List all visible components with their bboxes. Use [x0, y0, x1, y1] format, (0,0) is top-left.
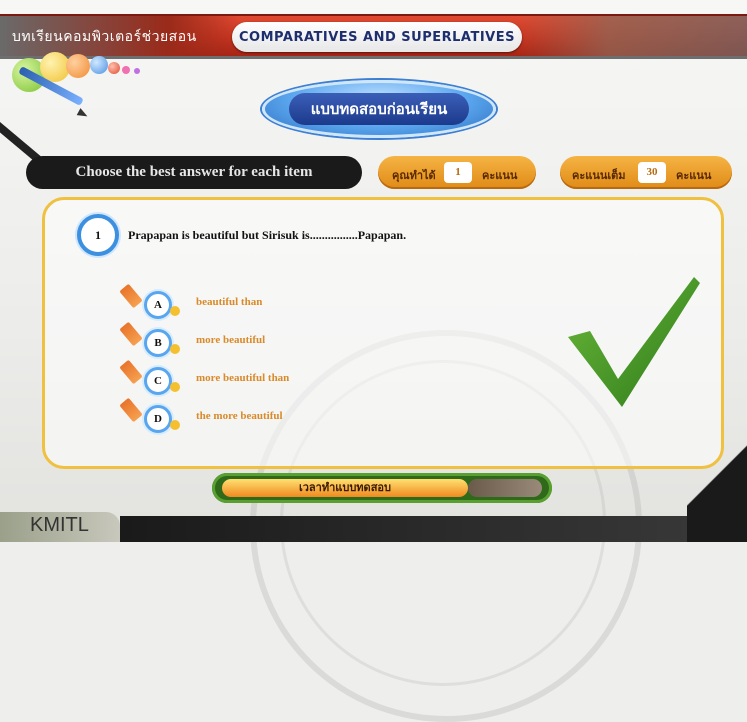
pencil-icon	[119, 321, 143, 347]
footer-strip	[120, 516, 747, 542]
page-curl	[687, 440, 747, 542]
option-dot-icon	[170, 344, 180, 354]
pencil-icon	[119, 283, 143, 309]
banner-right-shade	[517, 16, 747, 56]
timer-progress-fill: เวลาทำแบบทดสอบ	[222, 479, 468, 497]
option-letter-bubble[interactable]: C	[144, 367, 172, 395]
footer-brand: KMITL	[30, 514, 89, 536]
top-banner: บทเรียนคอมพิวเตอร์ช่วยสอน COMPARATIVES A…	[0, 14, 747, 59]
option-text[interactable]: more beautiful than	[196, 372, 289, 384]
lesson-title-pill: COMPARATIVES AND SUPERLATIVES	[232, 22, 522, 52]
lesson-title: COMPARATIVES AND SUPERLATIVES	[239, 29, 515, 45]
option-text[interactable]: beautiful than	[196, 296, 262, 308]
timer-remaining	[468, 479, 542, 497]
option-b[interactable]: B more beautiful	[119, 321, 350, 357]
checkmark-icon	[568, 277, 700, 407]
pencil-icon	[119, 397, 143, 423]
red-dot-icon	[108, 62, 120, 74]
pretest-badge-inner: แบบทดสอบก่อนเรียน	[289, 93, 469, 125]
question-number: 1	[95, 227, 101, 242]
option-text[interactable]: more beautiful	[196, 334, 265, 346]
question-text: Prapapan is beautiful but Sirisuk is....…	[128, 228, 407, 242]
pencil-icon	[119, 359, 143, 385]
timer-bar: เวลาทำแบบทดสอบ	[212, 473, 552, 503]
option-a[interactable]: A beautiful than	[119, 283, 350, 319]
score-label: คุณทำได้	[392, 169, 436, 182]
option-dot-icon	[170, 382, 180, 392]
option-letter-bubble[interactable]: A	[144, 291, 172, 319]
question-number-bubble: 1	[77, 214, 119, 256]
total-unit: คะแนน	[676, 169, 712, 182]
pretest-title: แบบทดสอบก่อนเรียน	[310, 100, 448, 118]
blue-dot-icon	[90, 56, 108, 74]
option-c[interactable]: C more beautiful than	[119, 359, 350, 395]
score-box: คุณทำได้ 1 คะแนน	[378, 156, 536, 189]
option-text[interactable]: the more beautiful	[196, 410, 283, 422]
purple-dot-icon	[134, 68, 140, 74]
total-value: 30	[638, 162, 666, 183]
pink-dot-icon	[122, 66, 130, 74]
score-value: 1	[444, 162, 472, 183]
option-d[interactable]: D the more beautiful	[119, 397, 350, 433]
timer-label: เวลาทำแบบทดสอบ	[298, 481, 392, 494]
instruction-text: Choose the best answer for each item	[75, 164, 313, 180]
course-tab[interactable]: บทเรียนคอมพิวเตอร์ช่วยสอน	[12, 26, 197, 48]
option-letter-bubble[interactable]: B	[144, 329, 172, 357]
total-score-box: คะแนนเต็ม 30 คะแนน	[560, 156, 732, 189]
score-unit: คะแนน	[482, 169, 518, 182]
option-dot-icon	[170, 306, 180, 316]
option-dot-icon	[170, 420, 180, 430]
instruction-bar: Choose the best answer for each item	[26, 156, 362, 189]
option-letter-bubble[interactable]: D	[144, 405, 172, 433]
total-label: คะแนนเต็ม	[572, 169, 626, 182]
orange-dot-icon	[66, 54, 90, 78]
pretest-badge: แบบทดสอบก่อนเรียน	[262, 80, 496, 138]
